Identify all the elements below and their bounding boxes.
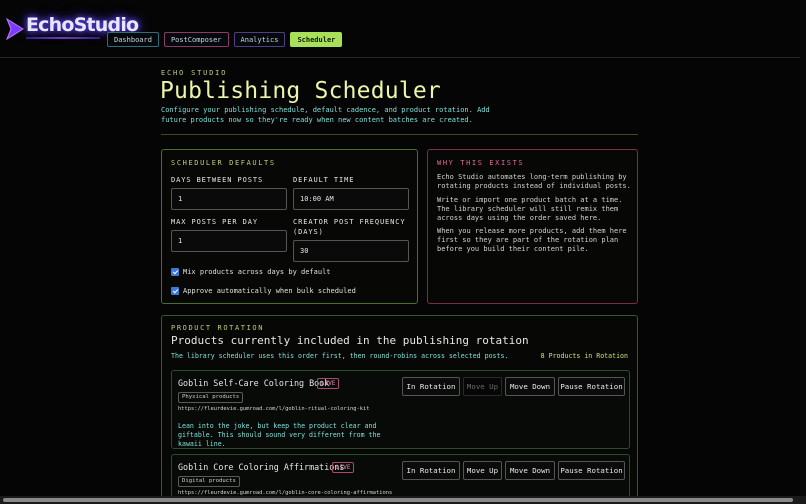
why-panel: WHY THIS EXISTS Echo Studio automates lo… [427, 149, 638, 304]
main-nav: Dashboard PostComposer Analytics Schedul… [107, 32, 343, 47]
default-time-input[interactable] [293, 188, 409, 210]
days-between-posts-label: DAYS BETWEEN POSTS [171, 176, 264, 184]
tab-scheduler[interactable]: Scheduler [290, 32, 343, 47]
product-note: Lean into the joke, but keep the product… [178, 422, 381, 448]
logo-chevron-icon [6, 18, 24, 40]
tab-dashboard[interactable]: Dashboard [107, 32, 159, 47]
top-bar: EchoStudio Dashboard PostComposer Analyt… [0, 0, 806, 58]
mix-products-option[interactable]: Mix products across days by default [171, 268, 331, 276]
creator-post-frequency-label: CREATOR POST FREQUENCY (DAYS) [293, 218, 406, 236]
category-badge: Digital products [178, 476, 240, 487]
rotation-count: 8 Products in Rotation [540, 352, 628, 360]
vertical-scrollbar[interactable] [800, 0, 806, 496]
days-between-posts-input[interactable] [171, 188, 287, 210]
page-title: Publishing Scheduler [160, 78, 441, 104]
product-name: Goblin Core Coloring Affirmations [178, 462, 345, 472]
rotation-title: Products currently included in the publi… [171, 334, 529, 347]
move-down-button[interactable]: Move Down [505, 377, 555, 396]
rotation-description: The library scheduler uses this order fi… [171, 352, 509, 360]
tab-analytics[interactable]: Analytics [233, 32, 286, 47]
why-heading: WHY THIS EXISTS [437, 159, 525, 167]
why-paragraph-3: When you release more products, add them… [437, 227, 627, 253]
page-description: Configure your publishing schedule, defa… [161, 106, 490, 124]
max-posts-per-day-label: MAX POSTS PER DAY [171, 218, 258, 226]
product-rotation-heading: PRODUCT ROTATION [171, 324, 265, 332]
header-divider [161, 134, 638, 135]
product-name: Goblin Self-Care Coloring Book [178, 378, 330, 388]
status-badge: LIVE [332, 462, 355, 473]
in-rotation-button[interactable]: In Rotation [402, 377, 460, 396]
auto-approve-checkbox[interactable] [171, 287, 179, 295]
default-time-label: DEFAULT TIME [293, 176, 355, 184]
scheduler-defaults-heading: SCHEDULER DEFAULTS [171, 159, 276, 167]
auto-approve-option[interactable]: Approve automatically when bulk schedule… [171, 287, 356, 295]
product-card: Goblin Self-Care Coloring Book LIVE Phys… [171, 370, 630, 449]
logo-underline [26, 37, 100, 39]
pause-rotation-button[interactable]: Pause Rotation [558, 461, 625, 480]
move-down-button[interactable]: Move Down [505, 461, 555, 480]
why-paragraph-2: Write or import one product batch at a t… [437, 196, 623, 222]
status-badge: LIVE [317, 378, 340, 389]
scrollbar-thumb[interactable] [3, 498, 793, 502]
why-paragraph-1: Echo Studio automates long-term publishi… [437, 173, 631, 190]
category-badge: Physical products [178, 392, 244, 403]
product-rotation-panel: PRODUCT ROTATION Products currently incl… [161, 315, 638, 504]
max-posts-per-day-input[interactable] [171, 230, 287, 252]
pause-rotation-button[interactable]: Pause Rotation [558, 377, 625, 396]
product-url[interactable]: https://fleurdevie.gumroad.com/l/goblin-… [178, 406, 369, 412]
page-eyebrow: ECHO STUDIO [161, 69, 228, 77]
mix-products-checkbox[interactable] [171, 268, 179, 276]
scheduler-defaults-panel: SCHEDULER DEFAULTS DAYS BETWEEN POSTS DE… [161, 149, 418, 304]
in-rotation-button[interactable]: In Rotation [402, 461, 460, 480]
move-up-button[interactable]: Move Up [463, 377, 502, 396]
move-up-button[interactable]: Move Up [463, 461, 502, 480]
creator-post-frequency-input[interactable] [293, 240, 409, 262]
auto-approve-label: Approve automatically when bulk schedule… [183, 287, 356, 295]
mix-products-label: Mix products across days by default [183, 268, 331, 276]
tab-postcomposer[interactable]: PostComposer [163, 32, 229, 47]
horizontal-scrollbar[interactable] [0, 496, 806, 504]
